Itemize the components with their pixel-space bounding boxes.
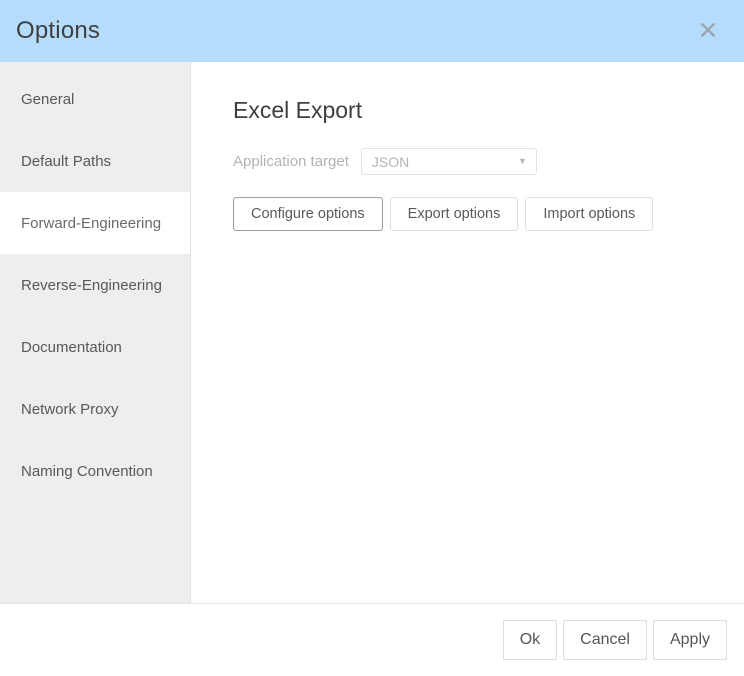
sidebar-item-network-proxy[interactable]: Network Proxy xyxy=(0,378,190,440)
options-dialog: Options ✕ General Default Paths Forward-… xyxy=(0,0,744,676)
sidebar-item-label: Forward-Engineering xyxy=(21,214,162,232)
options-button-row: Configure options Export options Import … xyxy=(233,197,744,231)
sidebar-item-naming-convention[interactable]: Naming Convention xyxy=(0,440,190,502)
sidebar-item-label: Documentation xyxy=(21,338,122,356)
import-options-button[interactable]: Import options xyxy=(525,197,654,231)
page-title: Excel Export xyxy=(233,97,363,123)
dialog-footer: Ok Cancel Apply xyxy=(0,604,744,676)
configure-options-button[interactable]: Configure options xyxy=(233,197,383,231)
sidebar-item-general[interactable]: General xyxy=(0,68,190,130)
dialog-titlebar: Options ✕ xyxy=(0,0,744,62)
chevron-down-icon: ▼ xyxy=(517,156,527,166)
application-target-row: Application target JSON ▼ xyxy=(233,148,744,175)
sidebar-item-label: Reverse-Engineering xyxy=(21,276,162,294)
settings-content-panel: Excel Export Application target JSON ▼ C… xyxy=(191,62,744,603)
dialog-body: General Default Paths Forward-Engineerin… xyxy=(0,62,744,604)
application-target-value: JSON xyxy=(371,153,410,170)
sidebar-item-forward-engineering[interactable]: Forward-Engineering xyxy=(0,192,190,254)
sidebar-item-label: Default Paths xyxy=(21,152,112,170)
sidebar-item-reverse-engineering[interactable]: Reverse-Engineering xyxy=(0,254,190,316)
sidebar-item-default-paths[interactable]: Default Paths xyxy=(0,130,190,192)
settings-sidebar: General Default Paths Forward-Engineerin… xyxy=(0,62,191,603)
cancel-button[interactable]: Cancel xyxy=(563,620,647,660)
sidebar-item-label: General xyxy=(21,90,75,108)
close-icon[interactable]: ✕ xyxy=(694,17,722,45)
apply-button[interactable]: Apply xyxy=(652,620,727,660)
sidebar-item-label: Network Proxy xyxy=(21,400,119,418)
application-target-label: Application target xyxy=(233,153,349,170)
sidebar-item-documentation[interactable]: Documentation xyxy=(0,316,190,378)
application-target-select[interactable]: JSON ▼ xyxy=(360,148,537,175)
ok-button[interactable]: Ok xyxy=(502,620,558,660)
dialog-title: Options xyxy=(16,17,101,44)
sidebar-item-label: Naming Convention xyxy=(21,462,153,480)
export-options-button[interactable]: Export options xyxy=(389,197,519,231)
